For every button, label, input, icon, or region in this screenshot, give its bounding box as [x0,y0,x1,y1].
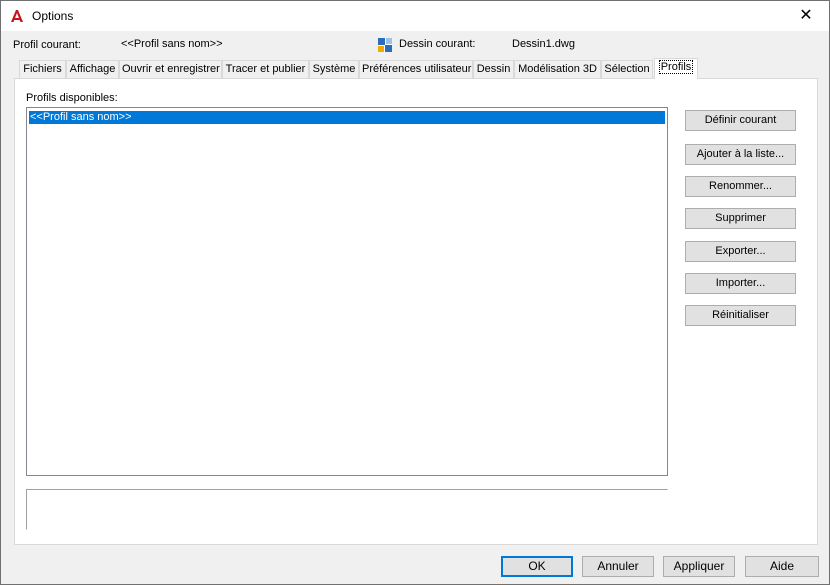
tab-selection[interactable]: Sélection [601,60,653,79]
profile-description-box [26,489,668,530]
current-profile-value: <<Profil sans nom>> [121,38,223,50]
list-item[interactable]: <<Profil sans nom>> [29,111,665,124]
tab-affichage[interactable]: Affichage [66,60,119,79]
tab-profils[interactable]: Profils [654,58,698,79]
options-dialog: Options ✕ Profil courant: <<Profil sans … [0,0,830,585]
autocad-logo-icon [11,10,23,22]
help-button[interactable]: Aide [745,556,819,577]
reset-button[interactable]: Réinitialiser [685,305,796,326]
window-title: Options [32,9,74,23]
current-drawing-label: Dessin courant: [399,38,476,50]
tab-ouvrir-enregistrer[interactable]: Ouvrir et enregistrer [119,60,222,79]
ok-button[interactable]: OK [501,556,573,577]
set-current-button[interactable]: Définir courant [685,110,796,131]
tab-fichiers[interactable]: Fichiers [19,60,66,79]
current-drawing-value: Dessin1.dwg [512,38,575,50]
profiles-panel: Profils disponibles: <<Profil sans nom>>… [14,78,818,545]
import-button[interactable]: Importer... [685,273,796,294]
apply-button[interactable]: Appliquer [663,556,735,577]
tab-tracer-publier[interactable]: Tracer et publier [222,60,309,79]
profiles-list[interactable]: <<Profil sans nom>> [26,107,668,476]
delete-button[interactable]: Supprimer [685,208,796,229]
rename-button[interactable]: Renommer... [685,176,796,197]
available-profiles-label: Profils disponibles: [26,92,118,104]
add-to-list-button[interactable]: Ajouter à la liste... [685,144,796,165]
export-button[interactable]: Exporter... [685,241,796,262]
cancel-button[interactable]: Annuler [582,556,654,577]
tab-dessin[interactable]: Dessin [473,60,514,79]
close-icon: ✕ [799,7,813,24]
drawing-file-icon [378,38,392,52]
tab-systeme[interactable]: Système [309,60,359,79]
tab-preferences-utilisateur[interactable]: Préférences utilisateur [359,60,473,79]
title-bar: Options ✕ [1,1,829,31]
tab-modelisation-3d[interactable]: Modélisation 3D [514,60,601,79]
close-button[interactable]: ✕ [783,1,829,31]
current-profile-label: Profil courant: [13,39,81,51]
